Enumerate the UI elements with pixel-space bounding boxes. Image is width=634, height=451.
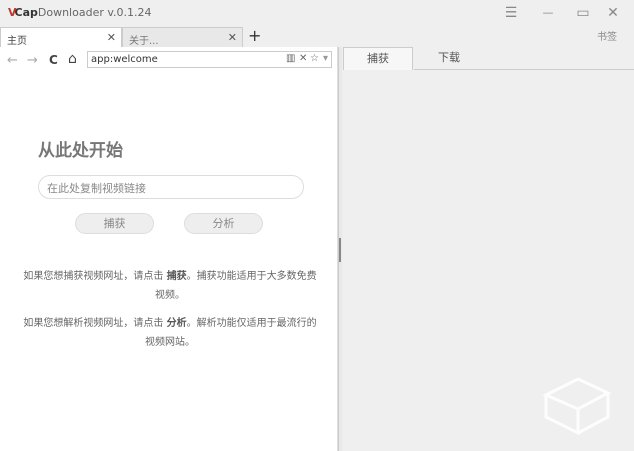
clear-icon[interactable]: ✕: [299, 53, 307, 64]
reload-icon[interactable]: C: [49, 53, 58, 67]
tab-download[interactable]: 下载: [414, 47, 484, 70]
chevron-down-icon[interactable]: ▾: [323, 53, 328, 64]
tab-label: 主页: [7, 36, 27, 47]
close-button[interactable]: ✕: [598, 3, 628, 23]
star-icon[interactable]: ☆: [310, 53, 319, 64]
tab-divider: [414, 69, 634, 70]
bookmarks-button[interactable]: 书签: [597, 28, 617, 43]
home-icon[interactable]: ⌂: [68, 51, 77, 67]
tab-capture[interactable]: 捕获: [343, 47, 413, 70]
close-icon[interactable]: ✕: [107, 31, 116, 44]
video-url-input[interactable]: 在此处复制视频链接: [38, 175, 304, 199]
analyze-help-text: 如果您想解析视频网址，请点击 分析。解析功能仅适用于最流行的视频网站。: [23, 318, 317, 348]
capture-help-text: 如果您想捕获视频网址，请点击 捕获。捕获功能适用于大多数免费视频。: [23, 271, 317, 301]
forward-icon[interactable]: →: [27, 53, 38, 68]
tab-about[interactable]: 关于... ✕: [122, 27, 243, 47]
tab-home[interactable]: 主页 ✕: [0, 27, 122, 47]
reader-icon[interactable]: ▥: [286, 53, 295, 64]
side-panel: 捕获 下载: [342, 47, 634, 451]
minimize-button[interactable]: —: [533, 3, 563, 23]
close-icon[interactable]: ✕: [228, 31, 237, 44]
app-version: v.0.1.24: [107, 6, 152, 19]
analyze-button[interactable]: 分析: [184, 213, 263, 234]
capture-button[interactable]: 捕获: [75, 213, 154, 234]
app-title: VCapDownloader v.0.1.24: [8, 6, 152, 19]
app-name: Downloader: [37, 6, 104, 19]
back-icon[interactable]: ←: [7, 53, 18, 68]
menu-icon[interactable]: ☰: [496, 3, 526, 23]
maximize-button[interactable]: ▭: [568, 3, 598, 23]
address-text: app:welcome: [91, 54, 158, 65]
new-tab-button[interactable]: +: [248, 26, 261, 45]
browser-pane: ← → C ⌂ app:welcome ▥ ✕ ☆ ▾ 从此处开始 在此处复制视…: [0, 47, 338, 451]
address-bar[interactable]: app:welcome ▥ ✕ ☆ ▾: [87, 51, 332, 68]
splitter-grip[interactable]: [339, 238, 341, 262]
logo-cap: Cap: [14, 6, 38, 19]
tab-label: 关于...: [129, 36, 159, 47]
watermark-logo: [542, 377, 612, 436]
page-title: 从此处开始: [38, 141, 123, 161]
